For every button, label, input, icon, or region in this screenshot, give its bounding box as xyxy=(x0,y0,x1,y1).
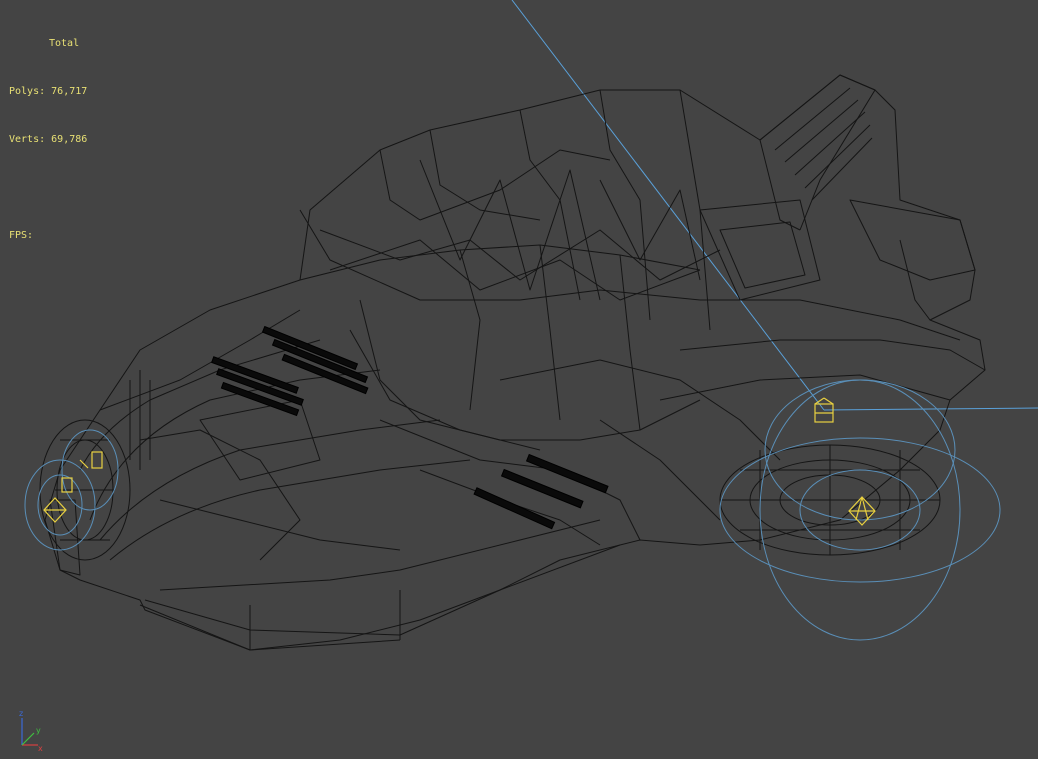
axis-y-label: y xyxy=(36,726,41,735)
spotlight-beam xyxy=(511,0,1038,411)
axis-x-label: x xyxy=(38,744,43,753)
vehicle-wireframe-model[interactable] xyxy=(39,74,986,651)
axis-tripod-gizmo: z y x xyxy=(19,709,43,753)
wireframe-scene: z y x xyxy=(19,0,1038,753)
hull-vent-slats xyxy=(211,325,609,530)
axis-z-label: z xyxy=(19,709,23,718)
nose-light-icon[interactable] xyxy=(43,497,67,523)
viewport-perspective[interactable]: Total Polys: 76,717 Verts: 69,786 FPS: z… xyxy=(0,0,1038,759)
